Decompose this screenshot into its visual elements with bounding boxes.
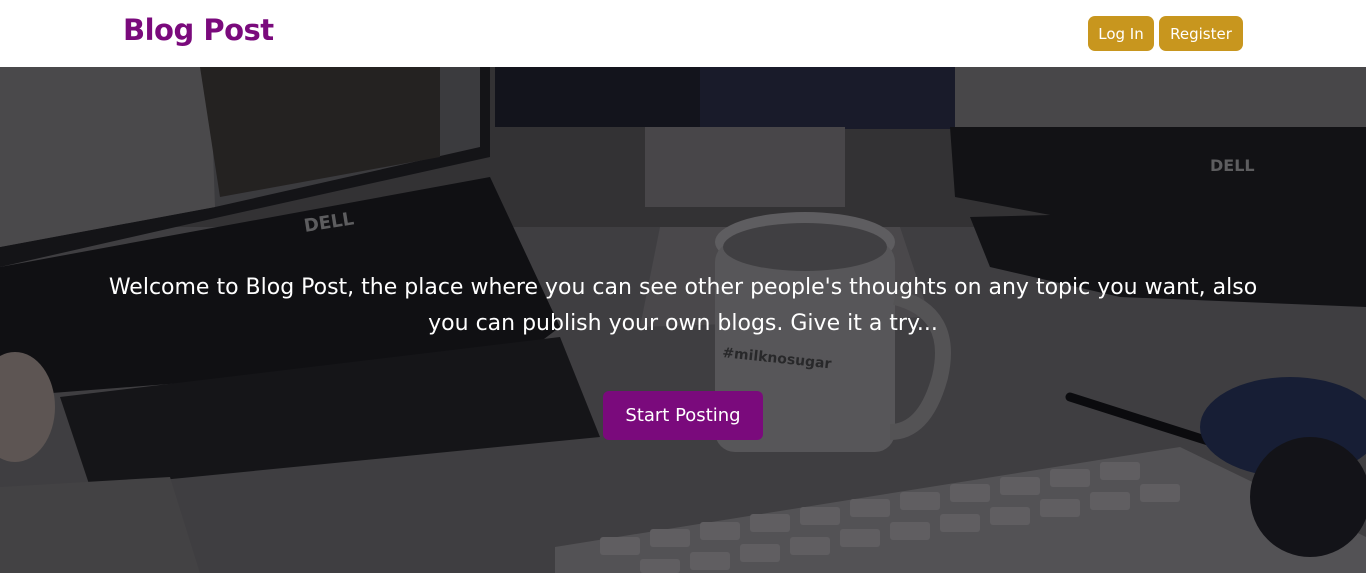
navbar: Blog Post Log In Register: [0, 0, 1366, 67]
welcome-message: Welcome to Blog Post, the place where yo…: [108, 275, 1258, 336]
brand-logo[interactable]: Blog Post: [123, 13, 274, 47]
start-posting-button[interactable]: Start Posting: [603, 391, 763, 440]
login-button[interactable]: Log In: [1088, 16, 1154, 51]
register-button[interactable]: Register: [1159, 16, 1243, 51]
hero-section: DELL DELL #milknosugar Welcome to Blog P…: [0, 67, 1366, 573]
